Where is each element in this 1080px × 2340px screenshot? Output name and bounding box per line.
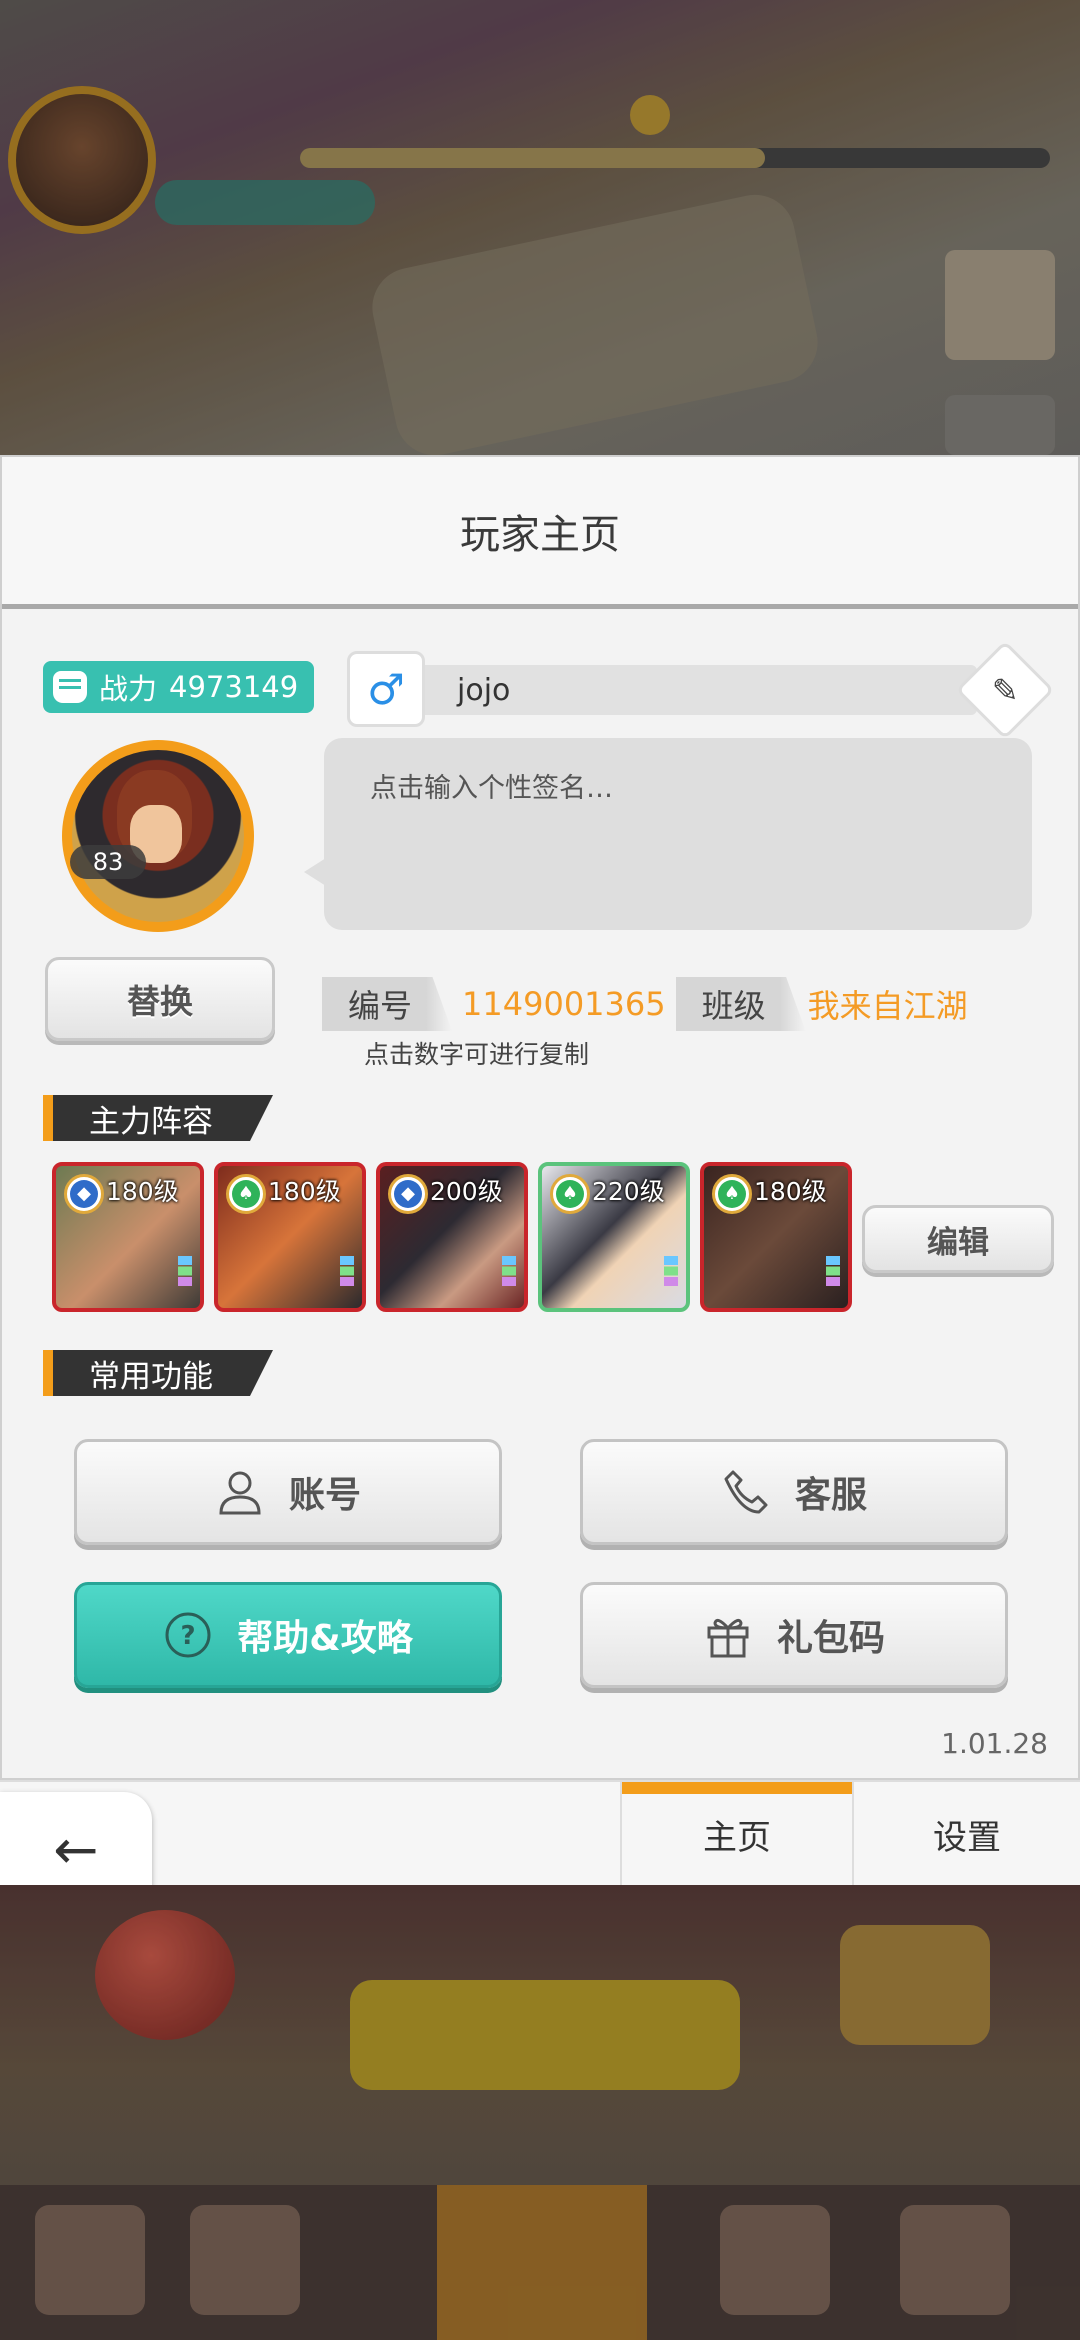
game-background-bottom <box>0 1885 1080 2340</box>
page-title: 玩家主页 <box>460 511 620 558</box>
pencil-icon: ✎ <box>991 671 1019 709</box>
gift-icon <box>703 1610 753 1660</box>
hero-level: 220级 <box>592 1177 665 1206</box>
player-id[interactable]: 1149001365 <box>462 985 666 1023</box>
edit-lineup-button[interactable]: 编辑 <box>862 1205 1054 1273</box>
tab-home-label: 主页 <box>703 1818 771 1858</box>
svg-text:?: ? <box>181 1621 196 1651</box>
hero-star-bars <box>340 1256 354 1286</box>
title-bar: 玩家主页 <box>2 457 1078 609</box>
player-name: jojo <box>407 665 977 715</box>
hero-card[interactable]: ♠ 220级 <box>538 1162 690 1312</box>
question-icon: ? <box>163 1610 213 1660</box>
user-icon <box>215 1467 265 1517</box>
hero-level: 180级 <box>106 1177 179 1206</box>
functions-section-title: 常用功能 <box>43 1350 273 1396</box>
lineup-section-title: 主力阵容 <box>43 1095 273 1141</box>
hero-card[interactable]: ♠ 180级 <box>214 1162 366 1312</box>
guild-label: 班级 <box>675 977 806 1031</box>
copy-hint: 点击数字可进行复制 <box>364 1040 590 1069</box>
power-value: 4973149 <box>169 670 299 704</box>
hero-lineup: ◆ 180级 ♠ 180级 ◆ 200级 ♠ 220级 ♠ 180级 <box>52 1162 852 1312</box>
gift-code-label: 礼包码 <box>776 1618 885 1659</box>
hero-star-bars <box>178 1256 192 1286</box>
account-label: 账号 <box>288 1475 361 1516</box>
gift-code-button[interactable]: 礼包码 <box>580 1582 1008 1688</box>
player-level-badge: 83 <box>70 845 146 879</box>
tab-settings-label: 设置 <box>933 1818 1001 1858</box>
customer-service-button[interactable]: 客服 <box>580 1439 1008 1545</box>
version-label: 1.01.28 <box>941 1727 1048 1760</box>
name-row: jojo ♂ ✎ <box>347 640 1055 740</box>
back-arrow-icon: ← <box>53 1818 99 1881</box>
player-profile-panel: 玩家主页 战力 4973149 83 jojo ♂ ✎ 点击输入个性签名… 替换… <box>0 455 1080 1780</box>
hero-card[interactable]: ◆ 180级 <box>52 1162 204 1312</box>
avatar-portrait <box>72 750 244 922</box>
account-button[interactable]: 账号 <box>74 1439 502 1545</box>
hero-card[interactable]: ♠ 180级 <box>700 1162 852 1312</box>
rank-icon: ♠ <box>226 1174 266 1214</box>
bottom-tab-bar: 主页 设置 <box>0 1780 1080 1887</box>
help-guide-label: 帮助&攻略 <box>237 1618 413 1659</box>
swap-avatar-button[interactable]: 替换 <box>45 957 275 1041</box>
tab-settings[interactable]: 设置 <box>852 1782 1080 1887</box>
rank-icon: ◆ <box>388 1174 428 1214</box>
hero-level: 200级 <box>430 1177 503 1206</box>
guild-name: 我来自江湖 <box>807 987 968 1025</box>
male-icon[interactable]: ♂ <box>347 651 425 727</box>
id-row: 编号 1149001365 班级 我来自江湖 <box>322 977 968 1031</box>
power-label: 战力 <box>99 672 158 706</box>
id-label: 编号 <box>322 977 453 1031</box>
rank-icon: ♠ <box>712 1174 752 1214</box>
phone-icon <box>721 1467 771 1517</box>
help-guide-button[interactable]: ? 帮助&攻略 <box>74 1582 502 1688</box>
signature-input[interactable]: 点击输入个性签名… <box>304 738 1032 930</box>
customer-service-label: 客服 <box>794 1475 867 1516</box>
hero-star-bars <box>664 1256 678 1286</box>
edit-name-button[interactable]: ✎ <box>955 640 1055 740</box>
avatar[interactable] <box>62 740 254 932</box>
hero-card[interactable]: ◆ 200级 <box>376 1162 528 1312</box>
power-badge: 战力 4973149 <box>43 661 315 713</box>
hero-level: 180级 <box>754 1177 827 1206</box>
rank-icon: ◆ <box>64 1174 104 1214</box>
rank-icon: ♠ <box>550 1174 590 1214</box>
hero-level: 180级 <box>268 1177 341 1206</box>
fist-icon <box>53 671 87 703</box>
tab-home[interactable]: 主页 <box>620 1782 852 1887</box>
hero-star-bars <box>502 1256 516 1286</box>
game-background-top <box>0 0 1080 455</box>
hero-star-bars <box>826 1256 840 1286</box>
